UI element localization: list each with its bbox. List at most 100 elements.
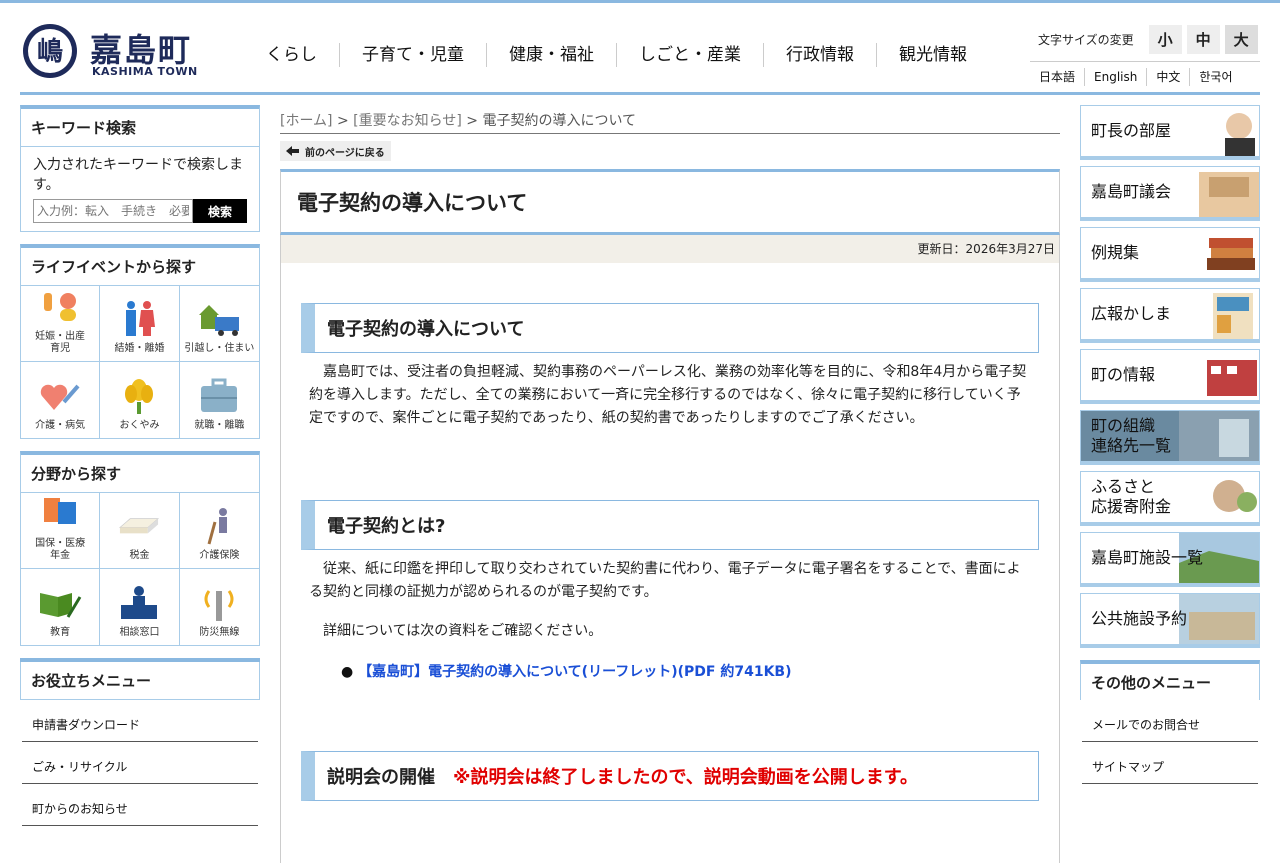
banner-furusato[interactable]: ふるさと 応援寄附金 [1080, 471, 1260, 526]
life-event-employment[interactable]: 就職・離職 [180, 362, 259, 438]
nav-gyosei[interactable]: 行政情報 [763, 43, 876, 67]
section-text: 従来、紙に印鑑を押印して取り交わされていた契約書に代わり、電子データに電子署名を… [309, 561, 1021, 600]
leaflet-pdf-link[interactable]: ● 【嘉島町】電子契約の導入について(リーフレット)(PDF 約741KB) [301, 661, 1039, 681]
consult-icon [121, 586, 158, 619]
life-event-box: ライフイベントから探す 妊娠・出産 育児 結婚・離婚 引越し・住まい 介護・病気… [20, 244, 260, 439]
nav-kenko[interactable]: 健康・福祉 [486, 43, 616, 67]
nav-shigoto[interactable]: しごと・産業 [616, 43, 763, 67]
nursing-icon [207, 508, 228, 545]
life-event-label: 妊娠・出産 育児 [35, 331, 86, 354]
field-tax[interactable]: 税金 [100, 493, 180, 569]
nav-kurashi[interactable]: くらし [248, 43, 339, 67]
font-size-large-button[interactable]: 大 [1224, 25, 1258, 54]
nav-kosodate[interactable]: 子育て・児童 [339, 43, 486, 67]
field-label: 教育 [50, 627, 71, 638]
gym-icon [1179, 594, 1259, 644]
keyword-search-desc: 入力されたキーワードで検索します。 [33, 157, 243, 193]
menu-sitemap[interactable]: サイトマップ [1082, 742, 1258, 784]
field-nursing[interactable]: 介護保険 [179, 493, 259, 569]
nav-kanko[interactable]: 観光情報 [876, 43, 989, 67]
banner-regulations[interactable]: 例規集 [1080, 227, 1260, 282]
banner-mayor[interactable]: 町長の部屋 [1080, 105, 1260, 160]
font-size-small-button[interactable]: 小 [1148, 25, 1182, 54]
global-nav: くらし 子育て・児童 健康・福祉 しごと・産業 行政情報 観光情報 [248, 43, 989, 67]
breadcrumb-home[interactable]: [ホーム] [280, 113, 333, 129]
section-text: 嘉島町では、受注者の負担軽減、契約事務のペーパーレス化、業務の効率化等を目的に、… [309, 364, 1027, 426]
banner-label: 嘉島町議会 [1091, 182, 1172, 201]
language-links: 日本語 English 中文 한국어 [1030, 61, 1260, 86]
life-event-moving[interactable]: 引越し・住まい [179, 286, 259, 362]
office-icon [1179, 411, 1259, 461]
menu-garbage-recycle[interactable]: ごみ・リサイクル [22, 742, 258, 784]
breadcrumb-parent[interactable]: [重要なお知らせ] [353, 113, 462, 129]
banner-koho[interactable]: 広報かしま [1080, 288, 1260, 343]
life-event-label: 引越し・住まい [184, 343, 255, 354]
lang-zh[interactable]: 中文 [1146, 68, 1189, 86]
right-sidebar: 町長の部屋 嘉島町議会 例規集 広報かしま 町の情報 町の組織 連絡先一覧 ふる… [1080, 105, 1260, 784]
other-menu-box: その他のメニュー [1080, 660, 1260, 700]
menu-download-forms[interactable]: 申請書ダウンロード [22, 700, 258, 742]
font-size-switcher: 文字サイズの変更 小 中 大 [1038, 25, 1258, 54]
life-event-label: おくやみ [119, 420, 160, 431]
updated-date: 更新日：2026年3月27日 [280, 235, 1060, 263]
main-content: [ホーム] > [重要なお知らせ] > 電子契約の導入について 前のページに戻る… [280, 110, 1060, 863]
field-label: 防災無線 [199, 627, 240, 638]
field-health-insurance[interactable]: 国保・医療 年金 [21, 493, 101, 569]
field-label: 相談窓口 [119, 627, 160, 638]
banner-organization[interactable]: 町の組織 連絡先一覧 [1080, 410, 1260, 465]
field-search-title: 分野から探す [21, 455, 259, 493]
life-event-condolence[interactable]: おくやみ [100, 362, 180, 438]
care-icon [40, 384, 80, 410]
banner-label: 嘉島町施設一覧 [1091, 548, 1204, 567]
search-button[interactable]: 検索 [193, 199, 247, 223]
section-heading: 電子契約の導入について [301, 303, 1039, 353]
banner-town-info[interactable]: 町の情報 [1080, 349, 1260, 404]
article-body: 電子契約の導入について 嘉島町では、受注者の負担軽減、契約事務のペーパーレス化、… [280, 263, 1060, 863]
keyword-search-box: キーワード検索 入力されたキーワードで検索します。 検索 [20, 105, 260, 232]
banner-facility-booking[interactable]: 公共施設予約 [1080, 593, 1260, 648]
life-event-marriage[interactable]: 結婚・離婚 [100, 286, 180, 362]
town-logo-icon[interactable]: 嶋 [22, 23, 78, 79]
pregnancy-icon [44, 293, 77, 321]
keyword-search-input[interactable] [33, 199, 193, 223]
life-event-care[interactable]: 介護・病気 [21, 362, 101, 438]
back-button[interactable]: 前のページに戻る [280, 141, 391, 161]
breadcrumb-sep: > [336, 113, 349, 129]
town-building-icon [1207, 360, 1257, 396]
banner-label: 広報かしま [1091, 304, 1172, 323]
section-heading: 説明会の開催 ※説明会は終了しましたので、説明会動画を公開します。 [301, 751, 1039, 801]
banner-facilities[interactable]: 嘉島町施設一覧 [1080, 532, 1260, 587]
mayor-portrait-icon [1225, 113, 1255, 156]
health-insurance-icon [44, 498, 77, 524]
menu-mail-inquiry[interactable]: メールでのお問合せ [1082, 700, 1258, 742]
lang-ko[interactable]: 한국어 [1189, 68, 1241, 86]
lang-en[interactable]: English [1084, 68, 1146, 86]
banner-assembly[interactable]: 嘉島町議会 [1080, 166, 1260, 221]
briefcase-icon [201, 378, 238, 412]
leaflet-link-text[interactable]: 【嘉島町】電子契約の導入について(リーフレット)(PDF 約741KB) [358, 664, 791, 680]
useful-menu-title: お役立ちメニュー [20, 662, 260, 700]
field-disaster-radio[interactable]: 防災無線 [180, 569, 259, 645]
lang-ja[interactable]: 日本語 [1030, 68, 1084, 86]
breadcrumb-sep: > [466, 113, 478, 129]
life-event-title: ライフイベントから探す [21, 248, 259, 286]
banner-label: 町の情報 [1091, 365, 1156, 384]
life-event-label: 就職・離職 [194, 420, 245, 431]
site-header: 嶋 嘉島町 KASHIMA TOWN くらし 子育て・児童 健康・福祉 しごと・… [0, 3, 1280, 93]
banner-label: 公共施設予約 [1091, 609, 1188, 628]
life-event-pregnancy[interactable]: 妊娠・出産 育児 [21, 286, 101, 362]
field-consultation[interactable]: 相談窓口 [100, 569, 180, 645]
food-icon [1213, 480, 1257, 512]
font-size-medium-button[interactable]: 中 [1186, 25, 1220, 54]
breadcrumb-current: 電子契約の導入について [482, 113, 637, 129]
section-text: 詳細については次の資料をご確認ください。 [323, 623, 603, 639]
menu-town-notices[interactable]: 町からのお知らせ [22, 784, 258, 826]
logo-glyph: 嶋 [37, 37, 63, 67]
site-name-en: KASHIMA TOWN [92, 65, 198, 78]
bullet: ● [341, 664, 359, 680]
back-label: 前のページに戻る [305, 147, 385, 159]
header-divider [20, 92, 1260, 95]
field-label: 税金 [129, 550, 150, 561]
font-size-label: 文字サイズの変更 [1038, 33, 1134, 47]
field-education[interactable]: 教育 [21, 569, 101, 645]
